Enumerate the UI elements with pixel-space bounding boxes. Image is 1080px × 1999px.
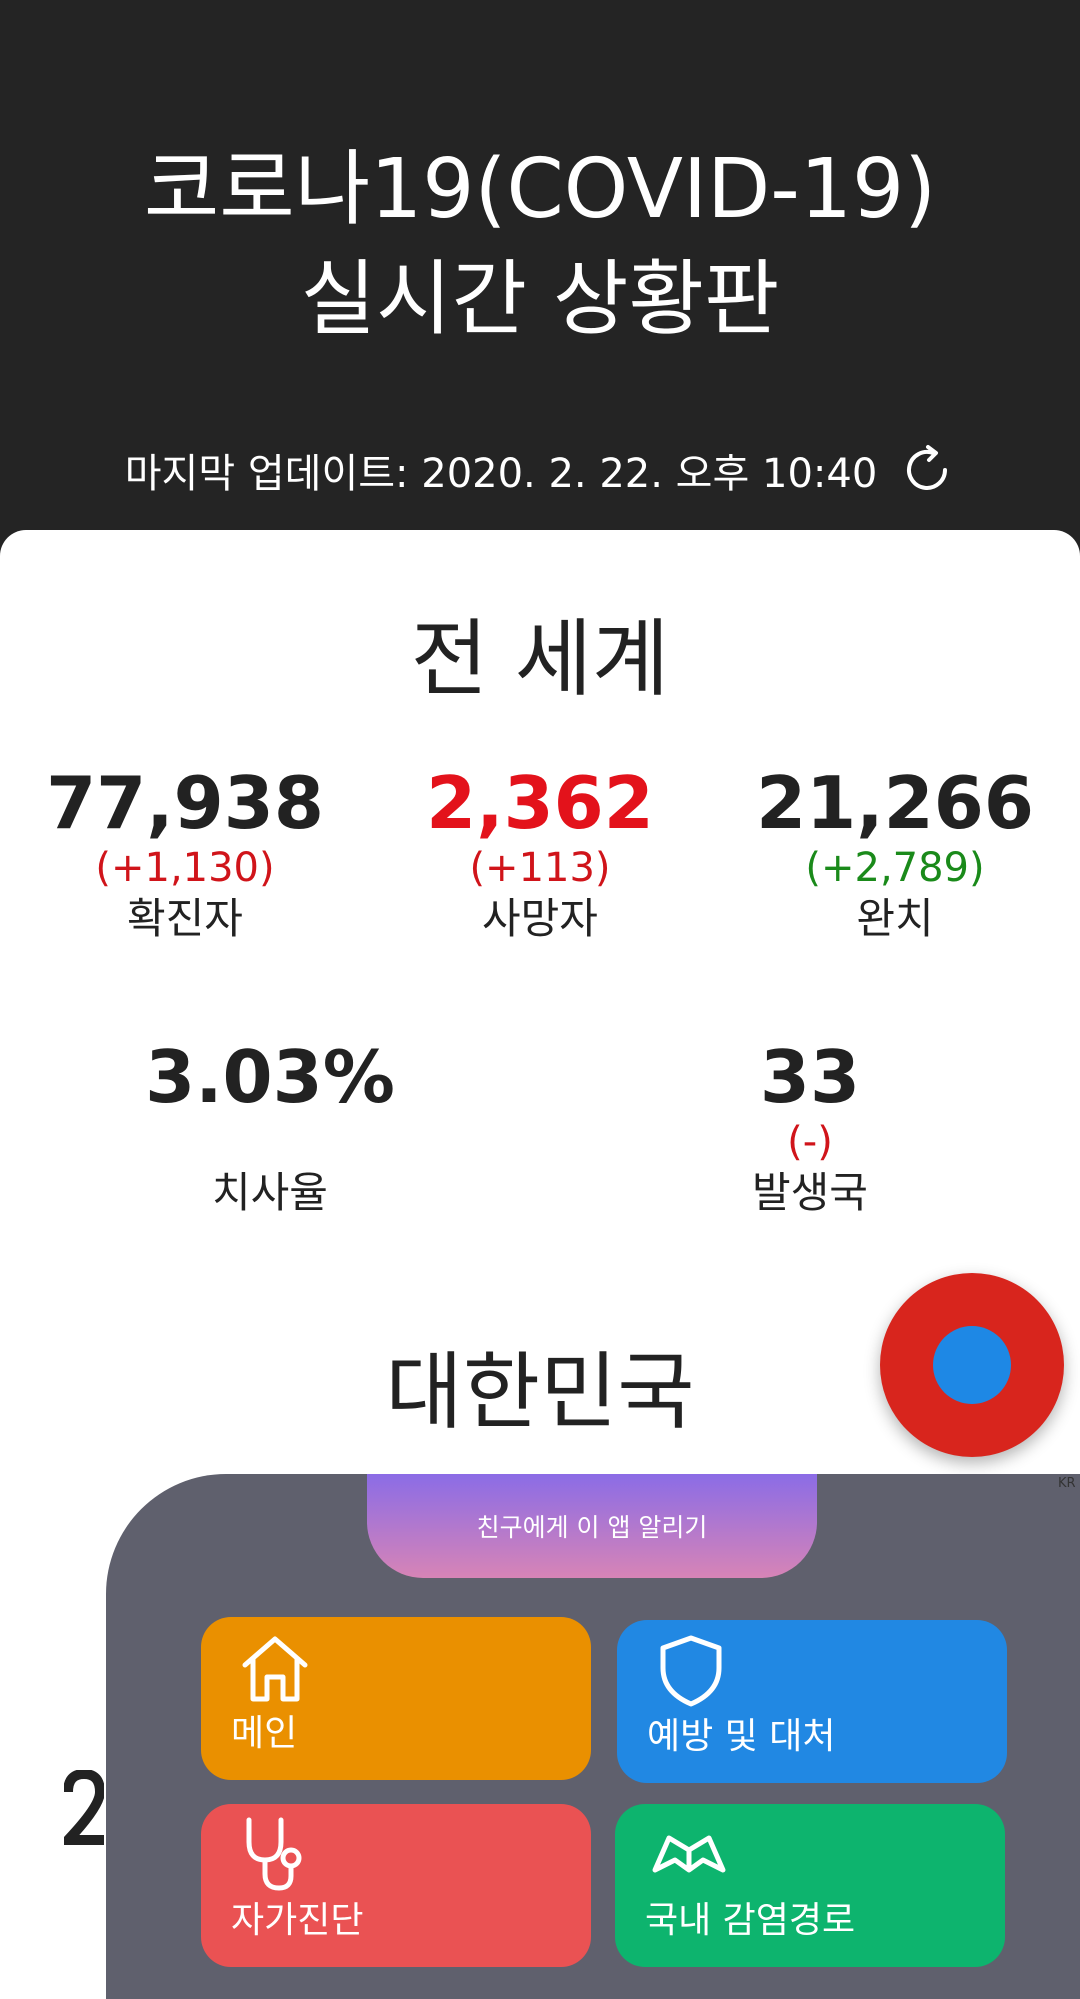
stat-deaths: 2,362 (+113) 사망자 xyxy=(395,763,685,945)
language-label: KR xyxy=(1058,1476,1076,1491)
fatality-rate-value: 3.03% xyxy=(145,1035,395,1119)
fatality-rate-label: 치사율 xyxy=(212,1168,328,1217)
menu-tile-main[interactable]: 메인 xyxy=(201,1617,591,1780)
recovered-value: 21,266 xyxy=(756,761,1034,845)
last-update-text: 마지막 업데이트: 2020. 2. 22. 오후 10:40 xyxy=(124,451,878,497)
tile-infection-route-label: 국내 감염경로 xyxy=(645,1900,856,1941)
deaths-label: 사망자 xyxy=(482,894,598,943)
stat-countries: 33 (-) 발생국 xyxy=(670,1037,950,1219)
menu-tile-self-check[interactable]: 자가진단 xyxy=(201,1804,591,1967)
world-section-title: 전 세계 xyxy=(410,610,670,708)
confirmed-label: 확진자 xyxy=(127,894,243,943)
tile-self-check-label: 자가진단 xyxy=(231,1900,364,1941)
confirmed-value: 77,938 xyxy=(46,761,324,845)
tile-main-label: 메인 xyxy=(231,1713,298,1754)
header: 코로나19(COVID-19) 실시간 상황판 마지막 업데이트: 2020. … xyxy=(0,0,1080,530)
stethoscope-icon xyxy=(246,1817,302,1891)
share-app-button[interactable]: 친구에게 이 앱 알리기 xyxy=(367,1474,817,1578)
recovered-delta: (+2,789) xyxy=(805,845,985,891)
countries-label: 발생국 xyxy=(752,1168,868,1217)
menu-tile-prevention[interactable]: 예방 및 대처 xyxy=(617,1620,1007,1783)
last-update-row: 마지막 업데이트: 2020. 2. 22. 오후 10:40 xyxy=(0,438,1080,502)
countries-delta: (-) xyxy=(787,1119,833,1165)
hidden-stat-fragment-2 xyxy=(64,1770,104,1850)
stat-recovered: 21,266 (+2,789) 완치 xyxy=(750,763,1040,945)
stat-confirmed: 77,938 (+1,130) 확진자 xyxy=(40,763,330,945)
deaths-value: 2,362 xyxy=(426,761,654,845)
fab-dot-icon xyxy=(933,1326,1011,1404)
confirmed-delta: (+1,130) xyxy=(95,845,275,891)
title-line-2: 실시간 상황판 xyxy=(300,252,780,347)
countries-value: 33 xyxy=(759,1035,861,1119)
deaths-delta: (+113) xyxy=(469,845,611,891)
menu-tile-infection-route[interactable]: 국내 감염경로 xyxy=(615,1804,1005,1967)
home-icon xyxy=(242,1636,308,1702)
shield-icon xyxy=(660,1635,722,1707)
refresh-icon[interactable] xyxy=(899,442,955,498)
floating-menu-button[interactable] xyxy=(880,1273,1064,1457)
recovered-label: 완치 xyxy=(856,894,934,943)
map-icon xyxy=(652,1835,726,1873)
stat-fatality-rate: 3.03% 치사율 xyxy=(130,1037,410,1219)
page-title: 코로나19(COVID-19) 실시간 상황판 xyxy=(0,135,1080,355)
tile-prevention-label: 예방 및 대처 xyxy=(647,1716,836,1757)
title-line-1: 코로나19(COVID-19) xyxy=(143,142,937,237)
